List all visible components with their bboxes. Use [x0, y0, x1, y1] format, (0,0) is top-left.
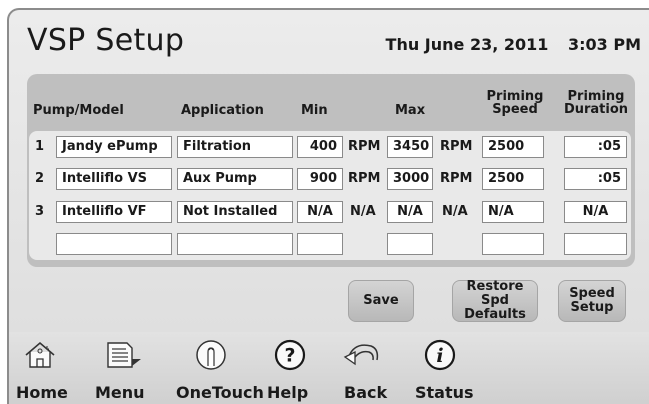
col-header-priming-speed-line2: Speed — [492, 102, 538, 117]
col-header-application: Application — [181, 103, 264, 118]
max-unit-label: RPM — [440, 171, 473, 186]
max-speed-field[interactable] — [387, 233, 433, 255]
row-number: 3 — [35, 204, 45, 219]
nav-help[interactable]: ? Help — [261, 332, 317, 404]
col-header-priming-speed: Priming Speed — [483, 90, 547, 116]
max-speed-field[interactable]: 3000 — [387, 168, 433, 190]
save-button-label: Save — [363, 293, 399, 308]
nav-status[interactable]: i Status — [405, 332, 475, 404]
application-field[interactable]: Filtration — [177, 136, 293, 158]
nav-help-label: Help — [267, 383, 309, 402]
restore-button-label-line2: Defaults — [464, 307, 526, 322]
min-speed-field[interactable]: N/A — [297, 201, 343, 223]
nav-onetouch-label: OneTouch — [176, 383, 264, 402]
speed-setup-button[interactable]: Speed Setup — [558, 280, 626, 322]
status-icon: i — [424, 339, 456, 371]
bottom-nav: Home Menu OneTouch ? Help Back i Status — [9, 332, 649, 404]
application-field[interactable]: Not Installed — [177, 201, 293, 223]
priming-speed-field[interactable] — [482, 233, 544, 255]
priming-speed-field[interactable]: 2500 — [482, 168, 544, 190]
col-header-max: Max — [395, 103, 426, 118]
priming-duration-field[interactable]: :05 — [564, 168, 627, 190]
pump-model-field[interactable] — [56, 233, 172, 255]
priming-duration-field[interactable]: N/A — [564, 201, 627, 223]
pump-table-panel: Pump/Model Application Min Max Priming S… — [27, 74, 635, 267]
priming-duration-field[interactable]: :05 — [564, 136, 627, 158]
max-speed-field[interactable]: 3450 — [387, 136, 433, 158]
application-field[interactable]: Aux Pump — [177, 168, 293, 190]
home-icon — [25, 341, 55, 368]
nav-home[interactable]: Home — [9, 332, 73, 404]
row-number: 2 — [35, 171, 45, 186]
speed-setup-button-label-line1: Speed — [569, 286, 615, 301]
priming-speed-field[interactable]: 2500 — [482, 136, 544, 158]
col-header-priming-duration: Priming Duration — [561, 90, 631, 116]
min-unit-label: RPM — [348, 171, 381, 186]
max-unit-label: N/A — [442, 204, 468, 219]
min-speed-field[interactable]: 900 — [297, 168, 343, 190]
priming-duration-field[interactable] — [564, 233, 627, 255]
nav-menu[interactable]: Menu — [75, 332, 145, 404]
back-icon — [343, 344, 379, 366]
date-label: Thu June 23, 2011 — [385, 35, 549, 54]
nav-onetouch[interactable]: OneTouch — [169, 332, 264, 404]
help-icon: ? — [274, 339, 306, 371]
min-unit-label: RPM — [348, 139, 381, 154]
nav-status-label: Status — [415, 383, 474, 402]
min-unit-label: N/A — [350, 204, 376, 219]
pump-model-field[interactable]: Jandy ePump — [56, 136, 172, 158]
max-unit-label: RPM — [440, 139, 473, 154]
speed-setup-button-label-line2: Setup — [570, 300, 614, 315]
min-speed-field[interactable]: 400 — [297, 136, 343, 158]
nav-back[interactable]: Back — [327, 332, 397, 404]
save-button[interactable]: Save — [348, 280, 414, 322]
restore-button-label-line1: Restore Spd — [466, 279, 524, 308]
time-label: 3:03 PM — [567, 35, 641, 54]
pump-model-field[interactable]: Intelliflo VF — [56, 201, 172, 223]
svg-text:i: i — [436, 345, 443, 367]
onetouch-icon — [196, 340, 226, 370]
page-title: VSP Setup — [27, 23, 185, 58]
max-speed-field[interactable]: N/A — [387, 201, 433, 223]
nav-back-label: Back — [344, 383, 388, 402]
nav-menu-label: Menu — [95, 383, 145, 402]
col-header-min: Min — [301, 103, 328, 118]
date-time: Thu June 23, 2011 3:03 PM — [386, 35, 641, 54]
application-field[interactable] — [177, 233, 293, 255]
restore-speed-defaults-button[interactable]: Restore Spd Defaults — [452, 280, 538, 322]
svg-text:?: ? — [284, 345, 295, 367]
menu-icon — [107, 342, 141, 368]
row-number: 1 — [35, 139, 45, 154]
nav-home-label: Home — [16, 383, 68, 402]
col-header-priming-duration-line2: Duration — [563, 102, 629, 117]
vsp-setup-screen: VSP Setup Thu June 23, 2011 3:03 PM Pump… — [7, 8, 649, 404]
col-header-pump-model: Pump/Model — [33, 103, 124, 118]
pump-model-field[interactable]: Intelliflo VS — [56, 168, 172, 190]
pump-table-grid: 1 Jandy ePump Filtration 400 RPM 3450 RP… — [29, 131, 631, 260]
min-speed-field[interactable] — [297, 233, 343, 255]
priming-speed-field[interactable]: N/A — [482, 201, 544, 223]
